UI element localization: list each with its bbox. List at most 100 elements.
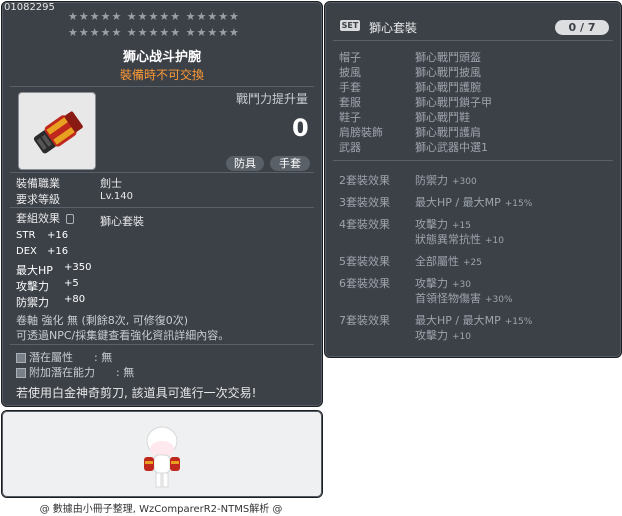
effect-text: 攻擊力 xyxy=(415,277,448,290)
potential-label: 潛在屬性 xyxy=(29,351,73,364)
effect-text: 攻擊力 xyxy=(415,218,448,231)
set-effect-line: 攻擊力 +30 xyxy=(415,275,471,291)
set-effect-line: 攻擊力 +15 xyxy=(415,216,471,232)
effect-number: +10 xyxy=(485,236,504,246)
set-part-item: 獅心戰鬥護肩 xyxy=(415,126,481,139)
effect-number: +300 xyxy=(452,177,477,187)
bonus-potential-value: : 無 xyxy=(116,366,135,379)
set-part-item: 獅心戰鬥鞋 xyxy=(415,111,470,124)
set-part-slot: 披風 xyxy=(339,66,361,79)
set-part-item: 獅心戰鬥頭盔 xyxy=(415,51,481,64)
stat-value: +16 xyxy=(47,246,69,257)
stat-value: +16 xyxy=(47,230,69,241)
power-label: 戰鬥力提升量 xyxy=(236,92,309,106)
set-part-item: 獅心武器中選1 xyxy=(415,141,488,154)
set-badge: SET xyxy=(340,20,360,31)
effect-text: 防禦力 xyxy=(415,174,448,187)
set-effect-tier: 5套裝效果 xyxy=(339,255,390,268)
item-tooltip-panel: 01082295 ★★★★★ ★★★★★ ★★★★★ ★★★★★ ★★★★★ ★… xyxy=(1,1,323,407)
set-effect-tier: 7套裝效果 xyxy=(339,314,390,327)
set-effect-line: 最大HP / 最大MP +15% xyxy=(415,312,532,328)
set-title: 獅心套裝 xyxy=(369,21,418,35)
effect-number: +30% xyxy=(485,295,513,305)
effect-number: +15 xyxy=(452,221,471,231)
character-preview-panel xyxy=(1,410,323,498)
stat-value: +5 xyxy=(64,278,79,289)
tag-gloves: 手套 xyxy=(270,156,310,171)
divider xyxy=(10,86,314,87)
divider xyxy=(10,172,314,173)
star-force-row-1: ★★★★★ ★★★★★ ★★★★★ xyxy=(68,10,240,23)
set-part-slot: 帽子 xyxy=(339,51,361,64)
stat-name: STR xyxy=(16,230,36,241)
set-effect-line: 最大HP / 最大MP +15% xyxy=(415,194,532,210)
stat-row: DEX +16 xyxy=(16,246,68,257)
trade-note: 裝備時不可交換 xyxy=(119,68,204,82)
set-effect-tier: 6套裝效果 xyxy=(339,277,390,290)
set-effect-line: 狀態異常抗性 +10 xyxy=(415,231,504,247)
set-part-slot: 手套 xyxy=(339,81,361,94)
set-effect-tier: 3套裝效果 xyxy=(339,196,390,209)
stat-row: 攻擊力 +5 xyxy=(16,278,79,294)
character-preview xyxy=(144,426,180,488)
stat-name: 最大HP xyxy=(16,264,53,277)
set-part-slot: 鞋子 xyxy=(339,111,361,124)
effect-number: +15% xyxy=(504,199,533,209)
potential-icon xyxy=(16,353,26,363)
stat-row: 最大HP +350 xyxy=(16,262,91,278)
credit-footer: @ 數據由小冊子整理, WzComparerR2-NTMS解析 @ xyxy=(39,504,283,515)
set-part-slot: 套服 xyxy=(339,96,361,109)
level-label: 要求等級 xyxy=(16,193,60,206)
set-part-item: 獅心戰鬥披風 xyxy=(415,66,481,79)
stat-name: 防禦力 xyxy=(16,296,49,309)
stat-name: 攻擊力 xyxy=(16,280,49,293)
effect-text: 最大HP / 最大MP xyxy=(415,196,501,209)
set-effect-line: 攻擊力 +10 xyxy=(415,327,471,343)
potential-row: 潛在屬性 xyxy=(16,349,73,365)
set-effect-label-text: 套組效果 xyxy=(16,212,60,225)
effect-number: +30 xyxy=(452,280,471,290)
job-value: 劍士 xyxy=(100,177,122,190)
set-effect-line: 防禦力 +300 xyxy=(415,172,477,188)
scissors-note: 若使用白金神奇剪刀, 該道具可進行一次交易! xyxy=(16,386,257,400)
job-label: 裝備職業 xyxy=(16,177,60,190)
set-part-item: 獅心戰鬥鎖子甲 xyxy=(415,96,492,109)
item-icon-frame xyxy=(18,92,96,170)
stat-row: STR +16 xyxy=(16,230,68,241)
power-value: 0 xyxy=(292,114,309,142)
effect-text: 攻擊力 xyxy=(415,329,448,342)
set-effect-label: 套組效果 xyxy=(16,210,74,226)
effect-text: 狀態異常抗性 xyxy=(415,233,481,246)
lock-icon xyxy=(65,214,74,224)
stat-value: +80 xyxy=(64,294,86,305)
bonus-potential-row: 附加潛在能力 xyxy=(16,364,95,380)
gauntlet-icon xyxy=(33,111,83,154)
effect-text: 全部屬性 xyxy=(415,255,459,268)
set-effect-line: 全部屬性 +25 xyxy=(415,253,482,269)
set-effect-line: 首領怪物傷害 +30% xyxy=(415,290,513,306)
bonus-potential-label: 附加潛在能力 xyxy=(29,366,95,379)
item-name: 狮心战斗护腕 xyxy=(122,50,201,65)
effect-number: +15% xyxy=(504,317,533,327)
set-effect-tier: 4套裝效果 xyxy=(339,218,390,231)
set-effect-tier: 2套裝效果 xyxy=(339,174,390,187)
set-part-item: 獅心戰鬥護腕 xyxy=(415,81,481,94)
set-effect-value: 獅心套裝 xyxy=(100,215,144,228)
potential-value: : 無 xyxy=(94,351,113,364)
effect-number: +10 xyxy=(452,332,471,342)
stat-row: 防禦力 +80 xyxy=(16,294,85,310)
set-count: 0 / 7 xyxy=(555,20,609,35)
item-id: 01082295 xyxy=(4,2,55,13)
divider xyxy=(333,160,613,161)
stat-name: DEX xyxy=(16,246,37,257)
divider xyxy=(10,344,314,345)
effect-number: +25 xyxy=(463,258,482,268)
bonus-potential-icon xyxy=(16,368,26,378)
set-part-slot: 肩膀裝飾 xyxy=(339,126,383,139)
level-value: Lv.140 xyxy=(100,191,133,202)
effect-text: 最大HP / 最大MP xyxy=(415,314,501,327)
set-part-slot: 武器 xyxy=(339,141,361,154)
tag-armor: 防具 xyxy=(226,156,264,171)
scroll-info: 卷軸 強化 無 (剩餘8次, 可修復0次) xyxy=(16,314,189,327)
npc-info: 可透過NPC/採集鍵查看強化資訊詳細內容。 xyxy=(16,329,230,342)
